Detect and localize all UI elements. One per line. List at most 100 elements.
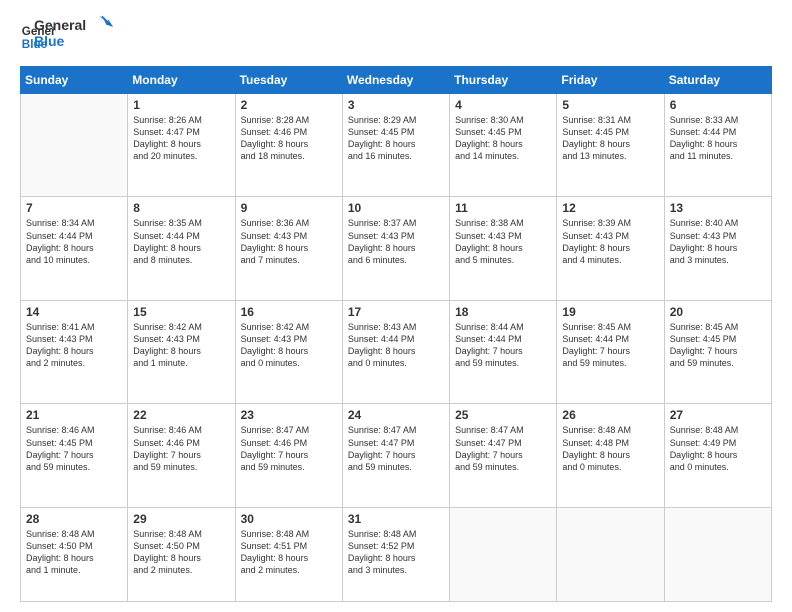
day-info: Sunrise: 8:48 AM Sunset: 4:52 PM Dayligh… [348, 528, 444, 577]
col-friday: Friday [557, 67, 664, 94]
table-row: 16 Sunrise: 8:42 AM Sunset: 4:43 PM Dayli… [235, 300, 342, 403]
col-wednesday: Wednesday [342, 67, 449, 94]
col-sunday: Sunday [21, 67, 128, 94]
day-number: 9 [241, 201, 337, 215]
day-info: Sunrise: 8:48 AM Sunset: 4:50 PM Dayligh… [133, 528, 229, 577]
day-info: Sunrise: 8:46 AM Sunset: 4:46 PM Dayligh… [133, 424, 229, 473]
day-number: 24 [348, 408, 444, 422]
day-info: Sunrise: 8:48 AM Sunset: 4:51 PM Dayligh… [241, 528, 337, 577]
day-info: Sunrise: 8:47 AM Sunset: 4:47 PM Dayligh… [455, 424, 551, 473]
table-row: 14 Sunrise: 8:41 AM Sunset: 4:43 PM Dayli… [21, 300, 128, 403]
day-info: Sunrise: 8:38 AM Sunset: 4:43 PM Dayligh… [455, 217, 551, 266]
table-row: 18 Sunrise: 8:44 AM Sunset: 4:44 PM Dayli… [450, 300, 557, 403]
table-row: 26 Sunrise: 8:48 AM Sunset: 4:48 PM Dayli… [557, 404, 664, 507]
table-row: 30 Sunrise: 8:48 AM Sunset: 4:51 PM Dayli… [235, 507, 342, 601]
day-info: Sunrise: 8:37 AM Sunset: 4:43 PM Dayligh… [348, 217, 444, 266]
day-info: Sunrise: 8:26 AM Sunset: 4:47 PM Dayligh… [133, 114, 229, 163]
day-number: 20 [670, 305, 766, 319]
col-thursday: Thursday [450, 67, 557, 94]
header: General Blue General Blue [20, 18, 772, 56]
day-info: Sunrise: 8:34 AM Sunset: 4:44 PM Dayligh… [26, 217, 122, 266]
day-number: 18 [455, 305, 551, 319]
day-number: 11 [455, 201, 551, 215]
day-number: 19 [562, 305, 658, 319]
table-row: 19Sunrise: 8:45 AM Sunset: 4:44 PM Dayli… [557, 300, 664, 403]
day-info: Sunrise: 8:42 AM Sunset: 4:43 PM Dayligh… [241, 321, 337, 370]
table-row: 31 Sunrise: 8:48 AM Sunset: 4:52 PM Dayli… [342, 507, 449, 601]
day-info: Sunrise: 8:46 AM Sunset: 4:45 PM Dayligh… [26, 424, 122, 473]
svg-text:Blue: Blue [34, 33, 65, 49]
table-row: 24 Sunrise: 8:47 AM Sunset: 4:47 PM Dayli… [342, 404, 449, 507]
table-row: 1Sunrise: 8:26 AM Sunset: 4:47 PM Daylig… [128, 94, 235, 197]
table-row: 10 Sunrise: 8:37 AM Sunset: 4:43 PM Dayli… [342, 197, 449, 300]
day-info: Sunrise: 8:44 AM Sunset: 4:44 PM Dayligh… [455, 321, 551, 370]
day-info: Sunrise: 8:47 AM Sunset: 4:46 PM Dayligh… [241, 424, 337, 473]
day-number: 25 [455, 408, 551, 422]
day-info: Sunrise: 8:41 AM Sunset: 4:43 PM Dayligh… [26, 321, 122, 370]
day-number: 29 [133, 512, 229, 526]
day-info: Sunrise: 8:39 AM Sunset: 4:43 PM Dayligh… [562, 217, 658, 266]
day-number: 17 [348, 305, 444, 319]
day-number: 12 [562, 201, 658, 215]
day-info: Sunrise: 8:28 AM Sunset: 4:46 PM Dayligh… [241, 114, 337, 163]
table-row: 22 Sunrise: 8:46 AM Sunset: 4:46 PM Dayli… [128, 404, 235, 507]
table-row [450, 507, 557, 601]
day-info: Sunrise: 8:42 AM Sunset: 4:43 PM Dayligh… [133, 321, 229, 370]
table-row: 11 Sunrise: 8:38 AM Sunset: 4:43 PM Dayli… [450, 197, 557, 300]
day-number: 30 [241, 512, 337, 526]
day-info: Sunrise: 8:31 AM Sunset: 4:45 PM Dayligh… [562, 114, 658, 163]
day-info: Sunrise: 8:47 AM Sunset: 4:47 PM Dayligh… [348, 424, 444, 473]
day-info: Sunrise: 8:40 AM Sunset: 4:43 PM Dayligh… [670, 217, 766, 266]
col-tuesday: Tuesday [235, 67, 342, 94]
day-number: 27 [670, 408, 766, 422]
day-number: 13 [670, 201, 766, 215]
logo-svg: General Blue [34, 14, 114, 56]
table-row: 23 Sunrise: 8:47 AM Sunset: 4:46 PM Dayli… [235, 404, 342, 507]
table-row: 3 Sunrise: 8:29 AM Sunset: 4:45 PM Daylig… [342, 94, 449, 197]
day-info: Sunrise: 8:30 AM Sunset: 4:45 PM Dayligh… [455, 114, 551, 163]
table-row: 21 Sunrise: 8:46 AM Sunset: 4:45 PM Dayli… [21, 404, 128, 507]
day-info: Sunrise: 8:29 AM Sunset: 4:45 PM Dayligh… [348, 114, 444, 163]
table-row: 25 Sunrise: 8:47 AM Sunset: 4:47 PM Dayli… [450, 404, 557, 507]
calendar-header-row: Sunday Monday Tuesday Wednesday Thursday… [21, 67, 772, 94]
day-number: 8 [133, 201, 229, 215]
table-row: 13 Sunrise: 8:40 AM Sunset: 4:43 PM Dayli… [664, 197, 771, 300]
day-number: 26 [562, 408, 658, 422]
day-number: 6 [670, 98, 766, 112]
day-info: Sunrise: 8:36 AM Sunset: 4:43 PM Dayligh… [241, 217, 337, 266]
day-number: 16 [241, 305, 337, 319]
day-number: 23 [241, 408, 337, 422]
day-number: 21 [26, 408, 122, 422]
day-info: Sunrise: 8:35 AM Sunset: 4:44 PM Dayligh… [133, 217, 229, 266]
col-saturday: Saturday [664, 67, 771, 94]
table-row: 20Sunrise: 8:45 AM Sunset: 4:45 PM Dayli… [664, 300, 771, 403]
svg-text:General: General [34, 17, 86, 33]
table-row: 27 Sunrise: 8:48 AM Sunset: 4:49 PM Dayli… [664, 404, 771, 507]
table-row [664, 507, 771, 601]
table-row: 17 Sunrise: 8:43 AM Sunset: 4:44 PM Dayli… [342, 300, 449, 403]
table-row: 12 Sunrise: 8:39 AM Sunset: 4:43 PM Dayli… [557, 197, 664, 300]
day-info: Sunrise: 8:48 AM Sunset: 4:49 PM Dayligh… [670, 424, 766, 473]
day-number: 28 [26, 512, 122, 526]
table-row: 9 Sunrise: 8:36 AM Sunset: 4:43 PM Daylig… [235, 197, 342, 300]
table-row: 28 Sunrise: 8:48 AM Sunset: 4:50 PM Dayli… [21, 507, 128, 601]
day-number: 10 [348, 201, 444, 215]
day-number: 4 [455, 98, 551, 112]
day-info: Sunrise: 8:48 AM Sunset: 4:50 PM Dayligh… [26, 528, 122, 577]
day-number: 3 [348, 98, 444, 112]
table-row: 5 Sunrise: 8:31 AM Sunset: 4:45 PM Daylig… [557, 94, 664, 197]
day-info: Sunrise: 8:43 AM Sunset: 4:44 PM Dayligh… [348, 321, 444, 370]
day-number: 15 [133, 305, 229, 319]
day-number: 22 [133, 408, 229, 422]
table-row: 4 Sunrise: 8:30 AM Sunset: 4:45 PM Daylig… [450, 94, 557, 197]
table-row: 7Sunrise: 8:34 AM Sunset: 4:44 PM Daylig… [21, 197, 128, 300]
day-number: 31 [348, 512, 444, 526]
table-row: 15 Sunrise: 8:42 AM Sunset: 4:43 PM Dayli… [128, 300, 235, 403]
day-number: 5 [562, 98, 658, 112]
day-number: 2 [241, 98, 337, 112]
day-info: Sunrise: 8:48 AM Sunset: 4:48 PM Dayligh… [562, 424, 658, 473]
table-row: 29 Sunrise: 8:48 AM Sunset: 4:50 PM Dayli… [128, 507, 235, 601]
table-row: 6Sunrise: 8:33 AM Sunset: 4:44 PM Daylig… [664, 94, 771, 197]
page: General Blue General Blue Sunday [0, 0, 792, 612]
day-number: 14 [26, 305, 122, 319]
